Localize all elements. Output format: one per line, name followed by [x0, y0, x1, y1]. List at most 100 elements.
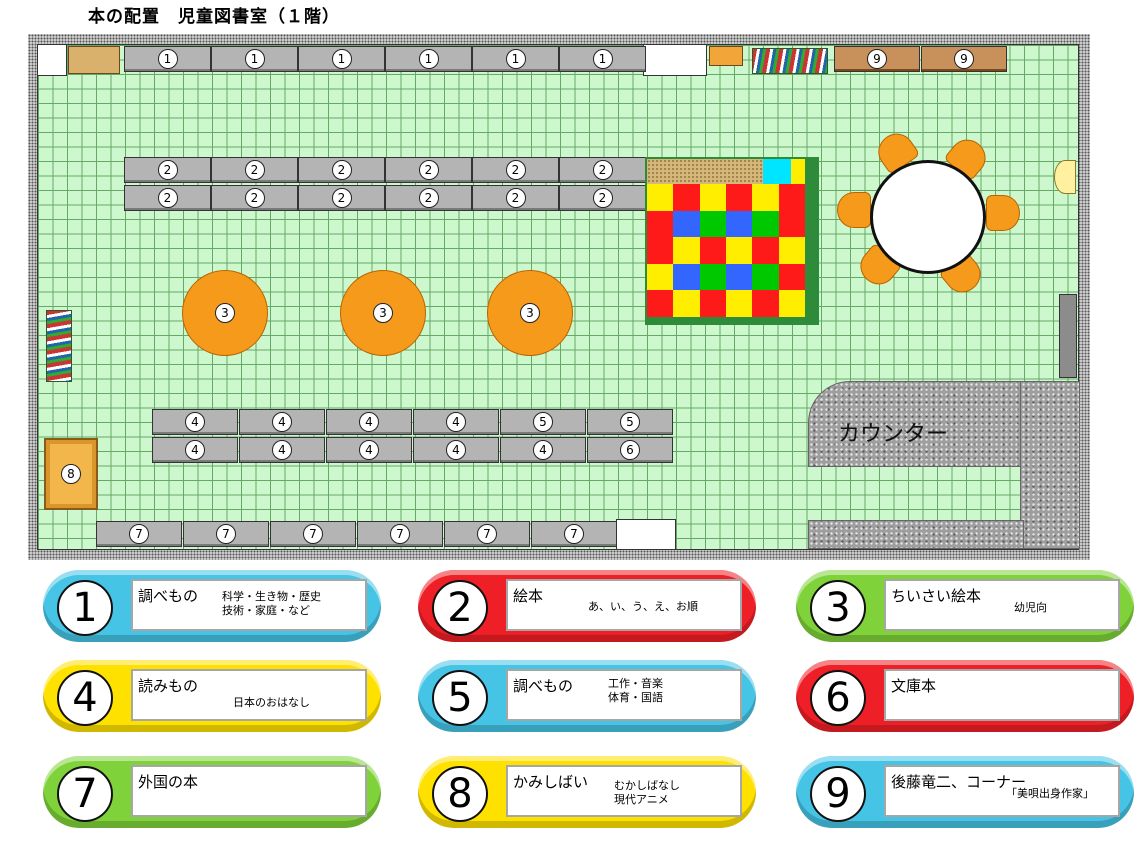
shelf-number: 4	[446, 412, 466, 432]
shelf-number: 1	[244, 49, 265, 69]
shelf-4: 4	[500, 437, 586, 463]
legend-number: 2	[432, 580, 488, 636]
mat-tile	[673, 210, 700, 238]
shelf-number: 1	[157, 49, 178, 69]
shelf-4: 4	[152, 409, 238, 435]
legend-subtitle: あ、い、う、え、お順	[588, 600, 698, 613]
shelf-number: 6	[620, 440, 640, 460]
mat-tile	[647, 210, 674, 238]
wall-notch-bottom	[616, 519, 676, 550]
shelf-2: 2	[298, 185, 385, 211]
shelf-1: 1	[298, 46, 385, 72]
play-mat	[645, 157, 819, 325]
legend-title: 調べもの	[138, 587, 199, 605]
legend-label-box: 調べもの 工作・音楽 体育・国語	[506, 669, 742, 721]
legend-title: 読みもの	[138, 677, 199, 695]
legend-item-2: 2 絵本あ、い、う、え、お順	[418, 570, 756, 642]
legend-item-6: 6 文庫本	[796, 660, 1134, 732]
mat-tile	[778, 263, 805, 291]
shelf-number: 5	[533, 412, 553, 432]
legend-item-3: 3 ちいさい絵本 幼児向	[796, 570, 1134, 642]
shelf-number: 2	[331, 188, 352, 208]
shelf-7: 7	[531, 521, 617, 547]
mat-tile	[726, 210, 753, 238]
magazine-rack-top	[752, 48, 828, 74]
wooden-box	[68, 46, 120, 74]
legend-title: 調べもの	[513, 677, 574, 695]
mat-tile	[752, 263, 779, 291]
shelf-2: 2	[124, 185, 211, 211]
shelf-6: 6	[587, 437, 673, 463]
shelf-number: 2	[592, 188, 613, 208]
wall-panel	[1059, 294, 1077, 378]
mat-tile	[699, 290, 726, 317]
shelf-number: 9	[954, 49, 974, 69]
shelf-number: 2	[505, 188, 526, 208]
shelf-number: 7	[477, 524, 497, 544]
mat-tile	[647, 237, 674, 264]
shelf-number: 4	[533, 440, 553, 460]
legend-subtitle: 日本のおはなし	[233, 696, 310, 709]
map-title: 本の配置 児童図書室（１階）	[88, 7, 340, 27]
box-number: 8	[61, 464, 81, 484]
table-number: 3	[215, 303, 235, 323]
shelf-1: 1	[385, 46, 472, 72]
shelf-4: 4	[152, 437, 238, 463]
reading-table	[870, 160, 986, 274]
mat-tile	[726, 290, 753, 317]
legend-number: 8	[432, 766, 488, 822]
legend-subtitle: 科学・生き物・歴史 技術・家庭・など	[222, 590, 321, 617]
legend-number: 6	[810, 670, 866, 726]
legend-number: 4	[57, 670, 113, 726]
legend-label-box: 絵本あ、い、う、え、お順	[506, 579, 742, 631]
mat-tile	[673, 290, 700, 317]
shelf-number: 7	[564, 524, 584, 544]
wall-notch-top-middle	[643, 44, 707, 76]
shelf-4: 4	[239, 409, 325, 435]
shelf-1: 1	[472, 46, 559, 72]
mat-tile	[778, 237, 805, 264]
shelf-number: 7	[129, 524, 149, 544]
mat-tile	[699, 237, 726, 264]
mat-tile	[699, 210, 726, 238]
mat-tile	[752, 237, 779, 264]
shelf-number: 7	[303, 524, 323, 544]
shelf-number: 2	[331, 160, 352, 180]
mat-tile	[752, 210, 779, 238]
shelf-number: 5	[620, 412, 640, 432]
mat-tile	[778, 290, 805, 317]
shelf-5: 5	[587, 409, 673, 435]
legend-number: 1	[57, 580, 113, 636]
table-number: 3	[520, 303, 540, 323]
mat-tile	[673, 184, 700, 211]
mat-tile	[673, 237, 700, 264]
legend-title: 外国の本	[138, 773, 199, 791]
shelf-4: 4	[239, 437, 325, 463]
shelf-2: 2	[385, 185, 472, 211]
mat-tile	[752, 290, 779, 317]
mat-tile-cyan	[763, 159, 791, 184]
mat-tile	[726, 237, 753, 264]
round-table-3: 3	[182, 270, 268, 356]
shelf-number: 2	[505, 160, 526, 180]
shelf-2: 2	[298, 157, 385, 183]
shelf-number: 2	[157, 160, 178, 180]
mat-tile	[778, 184, 805, 211]
shelf-2: 2	[559, 185, 646, 211]
legend-label-box: 外国の本	[131, 765, 367, 817]
shelf-2: 2	[385, 157, 472, 183]
shelf-5: 5	[500, 409, 586, 435]
chair	[837, 192, 871, 228]
legend-title: 絵本	[513, 587, 544, 605]
mat-tile	[673, 263, 700, 291]
legend-label-box: かみしばい むかしばなし 現代アニメ	[506, 765, 742, 817]
legend-number: 9	[810, 766, 866, 822]
shelf-number: 4	[446, 440, 466, 460]
legend-item-7: 7 外国の本	[43, 756, 381, 828]
shelf-number: 4	[272, 440, 292, 460]
legend-item-5: 5 調べもの 工作・音楽 体育・国語	[418, 660, 756, 732]
mat-tile	[647, 184, 674, 211]
wall-lamp	[1054, 160, 1076, 194]
shelf-7: 7	[183, 521, 269, 547]
shelf-2: 2	[124, 157, 211, 183]
